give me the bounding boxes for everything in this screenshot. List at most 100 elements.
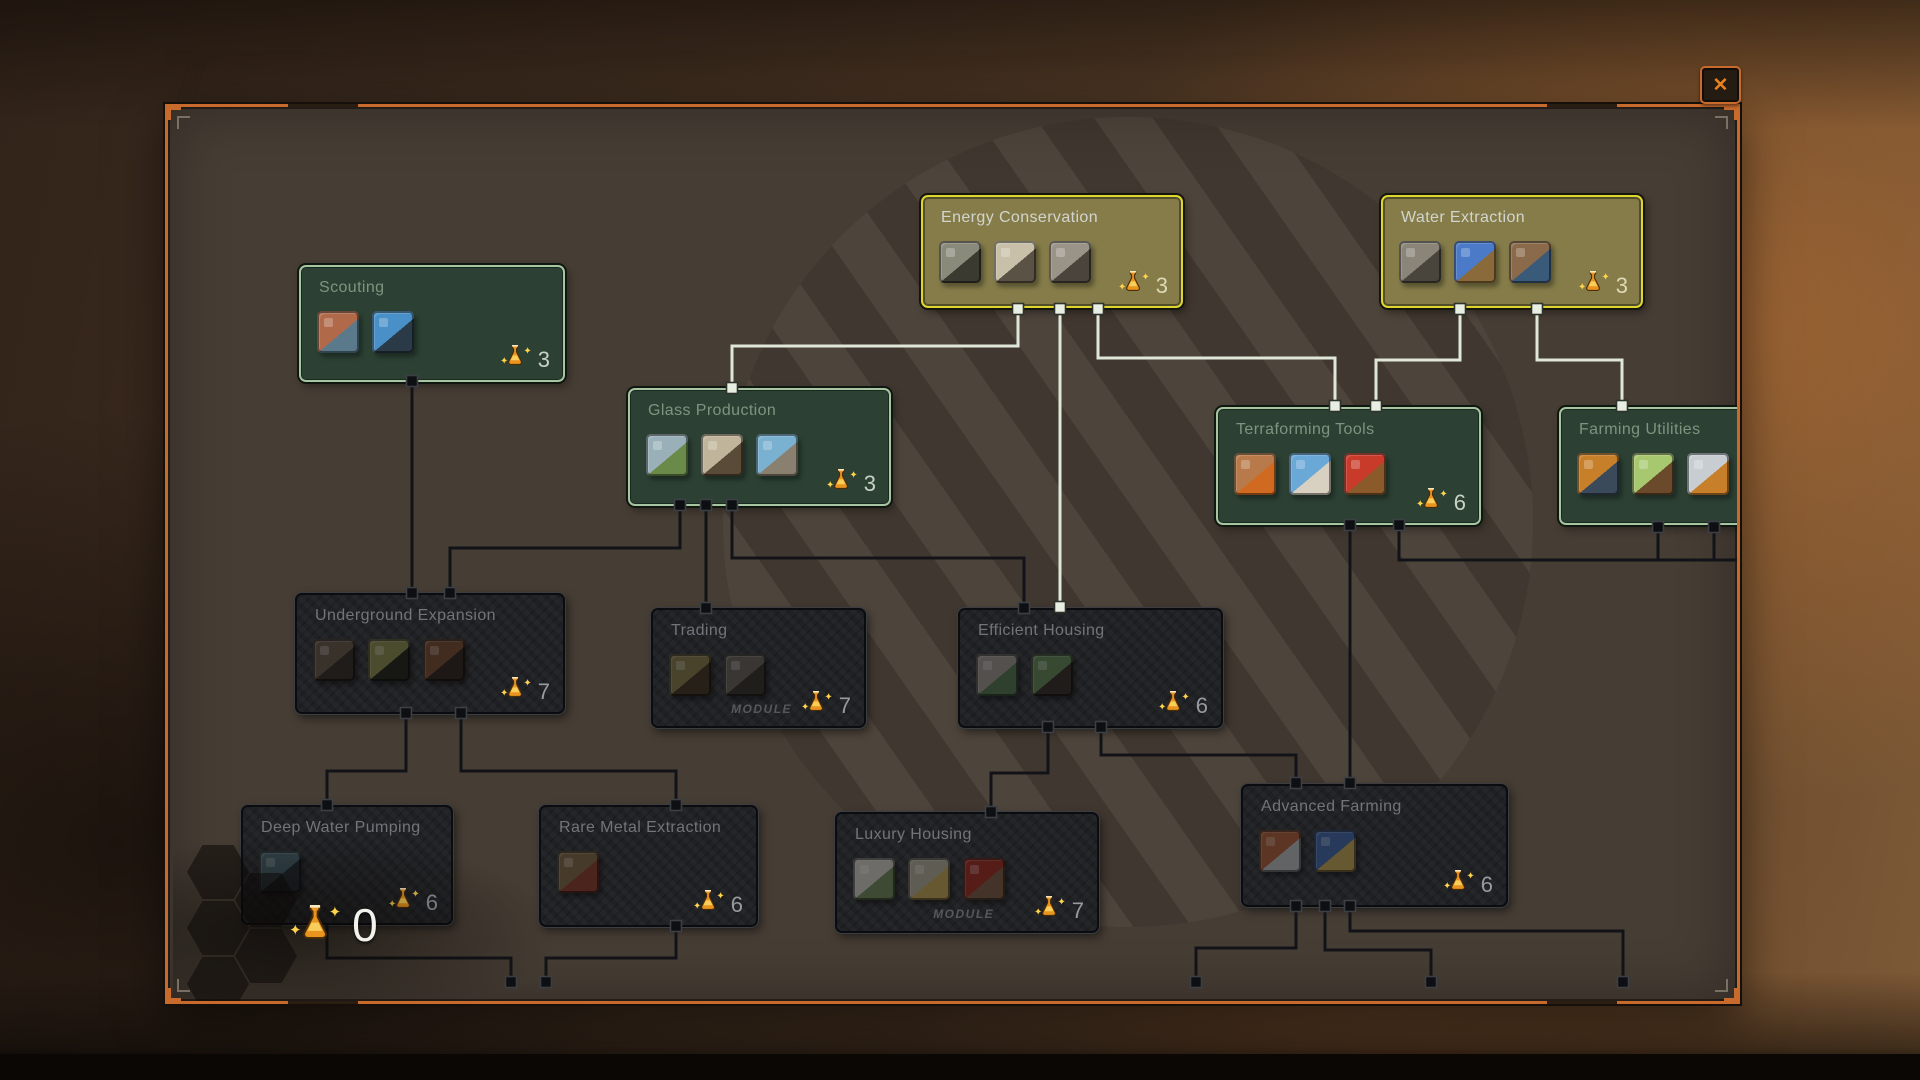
research-cost-value: 3: [864, 473, 876, 495]
tech-node-title: Efficient Housing: [978, 622, 1105, 640]
research-cost-value: 3: [1616, 275, 1628, 297]
flask-icon: [1421, 487, 1441, 514]
badge-icon: ?: [147, 72, 170, 95]
sparkle-icon: ✦: [1601, 273, 1609, 283]
module-badge: MODULE: [933, 907, 994, 921]
research-cost-value: 3: [1156, 275, 1168, 297]
tech-node-icons: [939, 241, 1091, 283]
tech-node-trading[interactable]: Trading MODULE ✦ ✦ 7: [651, 608, 866, 728]
happy-colonist-icon: [963, 858, 1005, 900]
research-cost: ✦✦6: [690, 889, 743, 916]
flask-icon: [505, 344, 525, 371]
research-cost-value: 3: [538, 349, 550, 371]
sparkle-icon: ✦: [523, 679, 531, 689]
terraform-tower-icon: [1234, 453, 1276, 495]
tech-node-icons: [646, 434, 798, 476]
panel-border-notch: [1547, 1001, 1617, 1004]
trader-icon: [167, 72, 190, 95]
research-cost: ✦✦3: [823, 468, 876, 495]
panel-border-notch: [288, 1001, 358, 1004]
sparkle-icon: ✦: [1141, 273, 1149, 283]
sparkle-icon: ✦: [801, 703, 809, 713]
research-cost-value: 6: [1481, 874, 1493, 896]
tech-node-title: Deep Water Pumping: [261, 819, 421, 837]
tech-node-glass-production[interactable]: Glass Production✦✦3: [628, 388, 891, 506]
tech-node-underground-expansion[interactable]: Underground Expansion✦✦7: [295, 593, 565, 714]
research-cost-value: 7: [839, 695, 851, 717]
mining-rig-icon: [557, 851, 599, 893]
tech-node-energy-conservation[interactable]: Energy Conservation✦✦3: [921, 195, 1183, 308]
tech-node-water-extraction[interactable]: Water Extraction✦✦3: [1381, 195, 1643, 308]
research-cost: ✦✦6: [1155, 690, 1208, 717]
flask-icon: [806, 690, 826, 717]
science-flask-icon: [298, 903, 332, 946]
panel-corner-decoration: [1724, 104, 1740, 120]
tech-node-title: Glass Production: [648, 402, 776, 420]
drill-dome-icon: [313, 639, 355, 681]
water-extractor-icon: [1454, 241, 1496, 283]
sparkle-icon: ✦: [1181, 693, 1189, 703]
tech-node-icons: [1234, 453, 1386, 495]
sparkle-icon: ✦: [824, 693, 832, 703]
tech-node-icons: [557, 851, 599, 893]
sparkle-icon: ✦: [1158, 703, 1166, 713]
tech-node-title: Trading: [671, 622, 727, 640]
tech-node-title: Farming Utilities: [1579, 421, 1701, 439]
tech-node-icons: [1399, 241, 1551, 283]
sparkle-icon: ✦: [329, 905, 342, 920]
tech-node-advanced-farming[interactable]: Advanced Farming✦✦6: [1241, 784, 1508, 907]
flask-icon: [1448, 869, 1468, 896]
tab-label: Technology Tree: [156, 73, 298, 95]
sparkle-icon: ✦: [826, 481, 834, 491]
research-cost-value: 7: [538, 681, 550, 703]
science-points-value: 0: [352, 905, 378, 946]
tech-node-title: Terraforming Tools: [1236, 421, 1375, 439]
research-cost: ✦✦7: [497, 676, 550, 703]
tech-node-title: Energy Conservation: [941, 209, 1098, 227]
flask-icon: [831, 468, 851, 495]
tech-node-efficient-housing[interactable]: Efficient Housing✦✦6: [958, 608, 1223, 728]
close-icon: ✕: [1713, 74, 1729, 97]
sparkle-icon: ✦: [1439, 490, 1447, 500]
scout-rover-icon: [317, 311, 359, 353]
sparkle-icon: ✦: [1466, 872, 1474, 882]
scout-drone-icon: [372, 311, 414, 353]
tech-node-farming-utilities[interactable]: Farming Utilities: [1559, 407, 1737, 525]
tech-node-icons: [317, 311, 414, 353]
close-button[interactable]: ✕: [1700, 66, 1741, 104]
glass-furnace-icon: [646, 434, 688, 476]
vending-machine-icon: [853, 858, 895, 900]
trade-vehicle-icon: [669, 654, 711, 696]
glass-shelf-building-icon: [701, 434, 743, 476]
research-cost-value: 7: [1072, 900, 1084, 922]
hut-icon: [141, 72, 164, 95]
tab-label: Trading: [199, 73, 264, 95]
svg-text:?: ?: [156, 77, 162, 89]
module-badge: MODULE: [731, 702, 792, 716]
ore-conveyor-icon: [368, 639, 410, 681]
tab-face: Trading: [190, 62, 242, 105]
sparkle-icon: ✦: [1034, 908, 1042, 918]
biodome-sphere-icon: [1289, 453, 1331, 495]
tech-node-luxury-housing[interactable]: Luxury HousingMODULE✦✦7: [835, 812, 1099, 933]
tab-face: Technology Tree: [185, 62, 237, 105]
research-cost: ✦✦3: [497, 344, 550, 371]
tech-tree-canvas: Scouting✦✦3Energy Conservation✦✦3Water E…: [168, 107, 1737, 1001]
panel-corner-decoration: [165, 104, 181, 120]
water-wheel-barrel-icon: [1509, 241, 1551, 283]
tech-node-rare-metal-extraction[interactable]: Rare Metal Extraction✦✦6: [539, 805, 758, 927]
window-machine-icon: [756, 434, 798, 476]
research-cost-value: 6: [731, 894, 743, 916]
tech-node-title: Scouting: [319, 279, 384, 297]
tab-label: Encyclopedia: [179, 73, 294, 95]
flask-icon: [1123, 270, 1143, 297]
research-cost: ✦✦6: [1440, 869, 1493, 896]
tech-node-title: Underground Expansion: [315, 607, 496, 625]
tech-node-terraforming-tools[interactable]: Terraforming Tools✦✦6: [1216, 407, 1481, 525]
sparkle-icon: ✦: [523, 347, 531, 357]
tech-node-scouting[interactable]: Scouting✦✦3: [299, 265, 565, 382]
panel-border-notch: [288, 104, 358, 107]
sparkle-icon: ✦: [1057, 898, 1065, 908]
tech-node-title: Advanced Farming: [1261, 798, 1402, 816]
tech-node-icons: [1259, 830, 1356, 872]
